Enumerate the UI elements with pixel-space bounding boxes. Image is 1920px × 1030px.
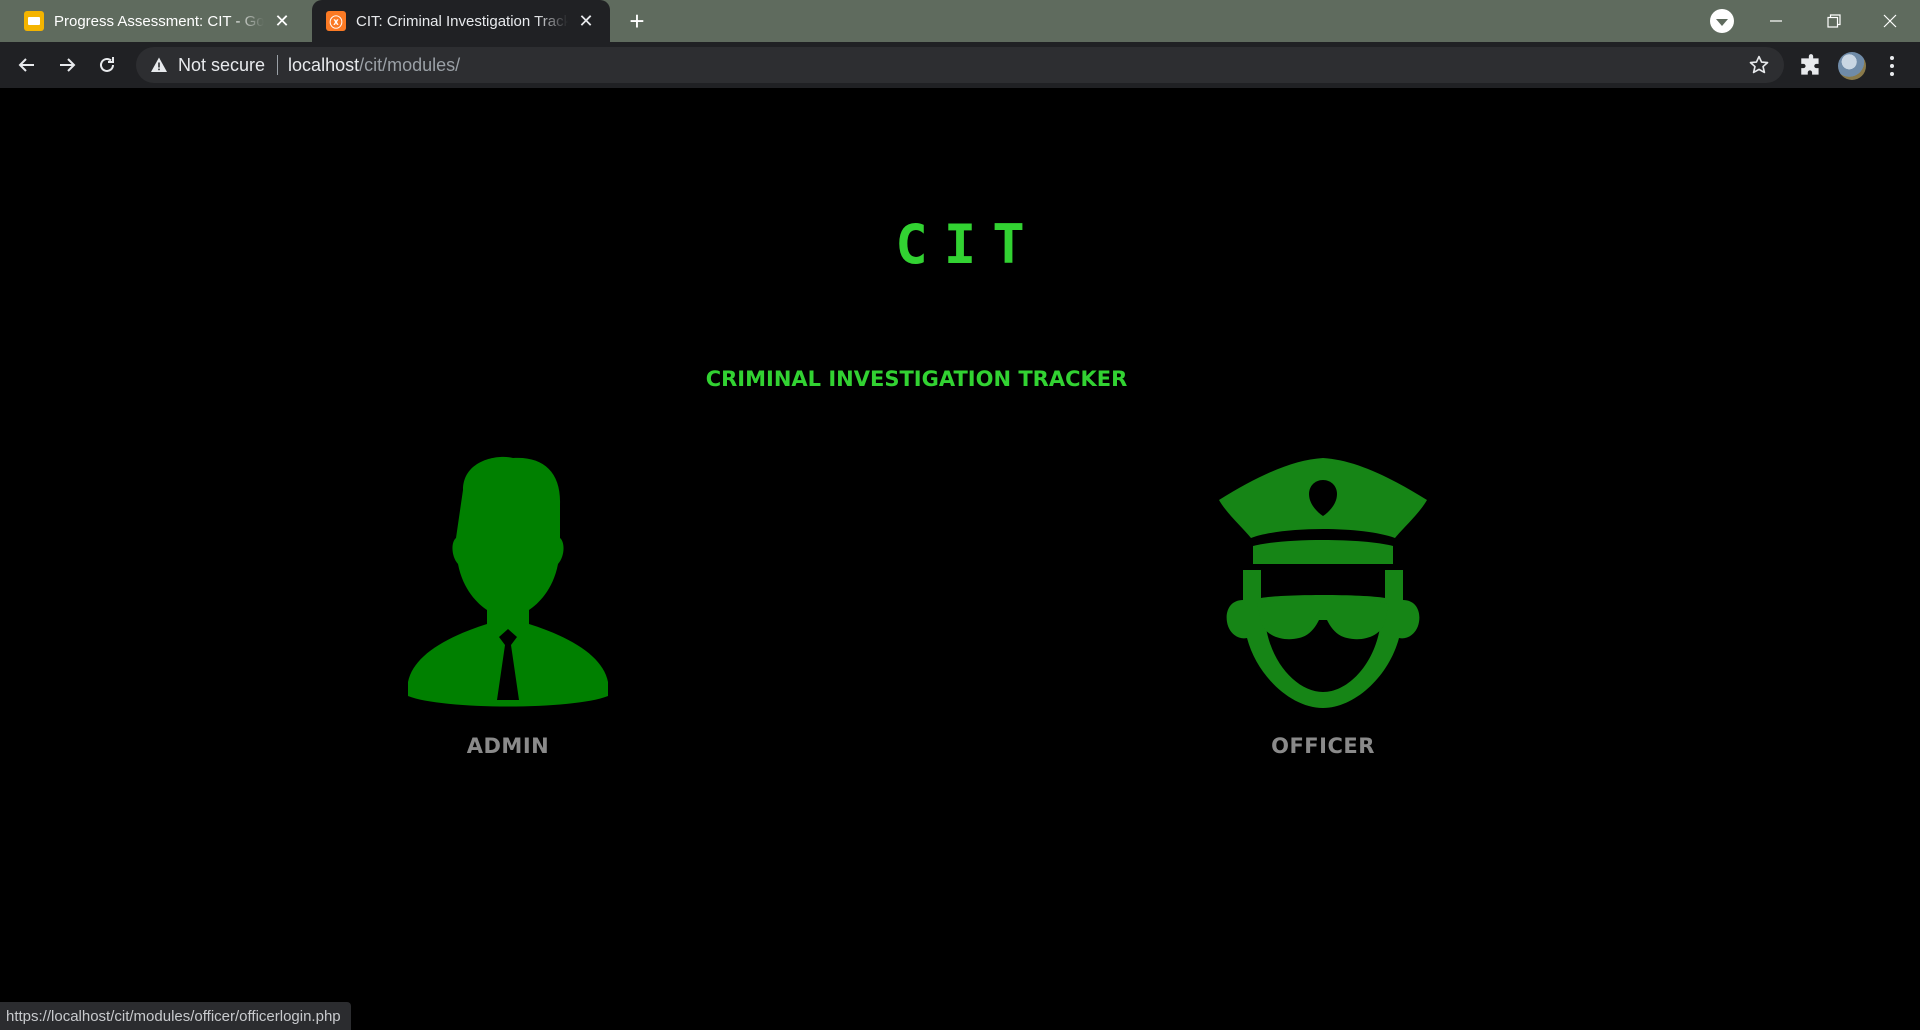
bookmark-star-icon[interactable] xyxy=(1748,54,1770,76)
tab-progress-assessment[interactable]: Progress Assessment: CIT - Goog ✕ xyxy=(0,0,306,42)
page-content: CIT CRIMINAL INVESTIGATION TRACKER ADMIN xyxy=(0,88,1920,1030)
tab-title: CIT: Criminal Investigation Tracke xyxy=(356,12,568,30)
tab-search-icon[interactable] xyxy=(1710,9,1734,33)
page-subtitle: CRIMINAL INVESTIGATION TRACKER xyxy=(705,367,1128,391)
tab-title: Progress Assessment: CIT - Goog xyxy=(54,12,264,30)
close-icon[interactable]: ✕ xyxy=(272,11,292,31)
restore-button[interactable] xyxy=(1806,0,1862,42)
browser-titlebar: Progress Assessment: CIT - Goog ✕ ⓧ CIT:… xyxy=(0,0,1920,42)
divider xyxy=(277,55,279,75)
back-button[interactable] xyxy=(11,49,43,81)
browser-toolbar: Not secure localhost/cit/modules/ xyxy=(0,42,1920,88)
google-slides-icon xyxy=(24,11,44,31)
url-host: localhost xyxy=(288,54,360,75)
police-officer-icon xyxy=(1219,458,1427,708)
officer-label: OFFICER xyxy=(1271,734,1375,758)
admin-label: ADMIN xyxy=(466,734,550,758)
address-bar[interactable]: Not secure localhost/cit/modules/ xyxy=(136,47,1784,83)
officer-login-link[interactable]: OFFICER xyxy=(1193,452,1453,758)
tab-cit[interactable]: ⓧ CIT: Criminal Investigation Tracke ✕ xyxy=(312,0,610,42)
browser-menu-button[interactable] xyxy=(1882,53,1902,79)
close-icon[interactable]: ✕ xyxy=(576,11,596,31)
reload-button[interactable] xyxy=(91,49,123,81)
page-title: CIT xyxy=(895,213,1041,276)
security-indicator[interactable]: Not secure xyxy=(178,55,265,76)
xampp-icon: ⓧ xyxy=(326,11,346,31)
forward-button[interactable] xyxy=(51,49,83,81)
minimize-button[interactable] xyxy=(1748,0,1804,42)
arrow-right-icon xyxy=(60,58,76,72)
arrow-left-icon xyxy=(18,58,34,72)
profile-avatar[interactable] xyxy=(1838,52,1866,80)
new-tab-button[interactable]: + xyxy=(622,6,652,36)
close-window-button[interactable] xyxy=(1862,0,1918,42)
status-bar-url: https://localhost/cit/modules/officer/of… xyxy=(0,1002,351,1030)
url-path: /cit/modules/ xyxy=(359,54,461,75)
admin-user-icon xyxy=(408,456,608,707)
extensions-puzzle-icon[interactable] xyxy=(1798,53,1824,79)
admin-login-link[interactable]: ADMIN xyxy=(378,452,638,758)
reload-icon xyxy=(100,57,114,72)
warning-icon xyxy=(151,57,167,72)
